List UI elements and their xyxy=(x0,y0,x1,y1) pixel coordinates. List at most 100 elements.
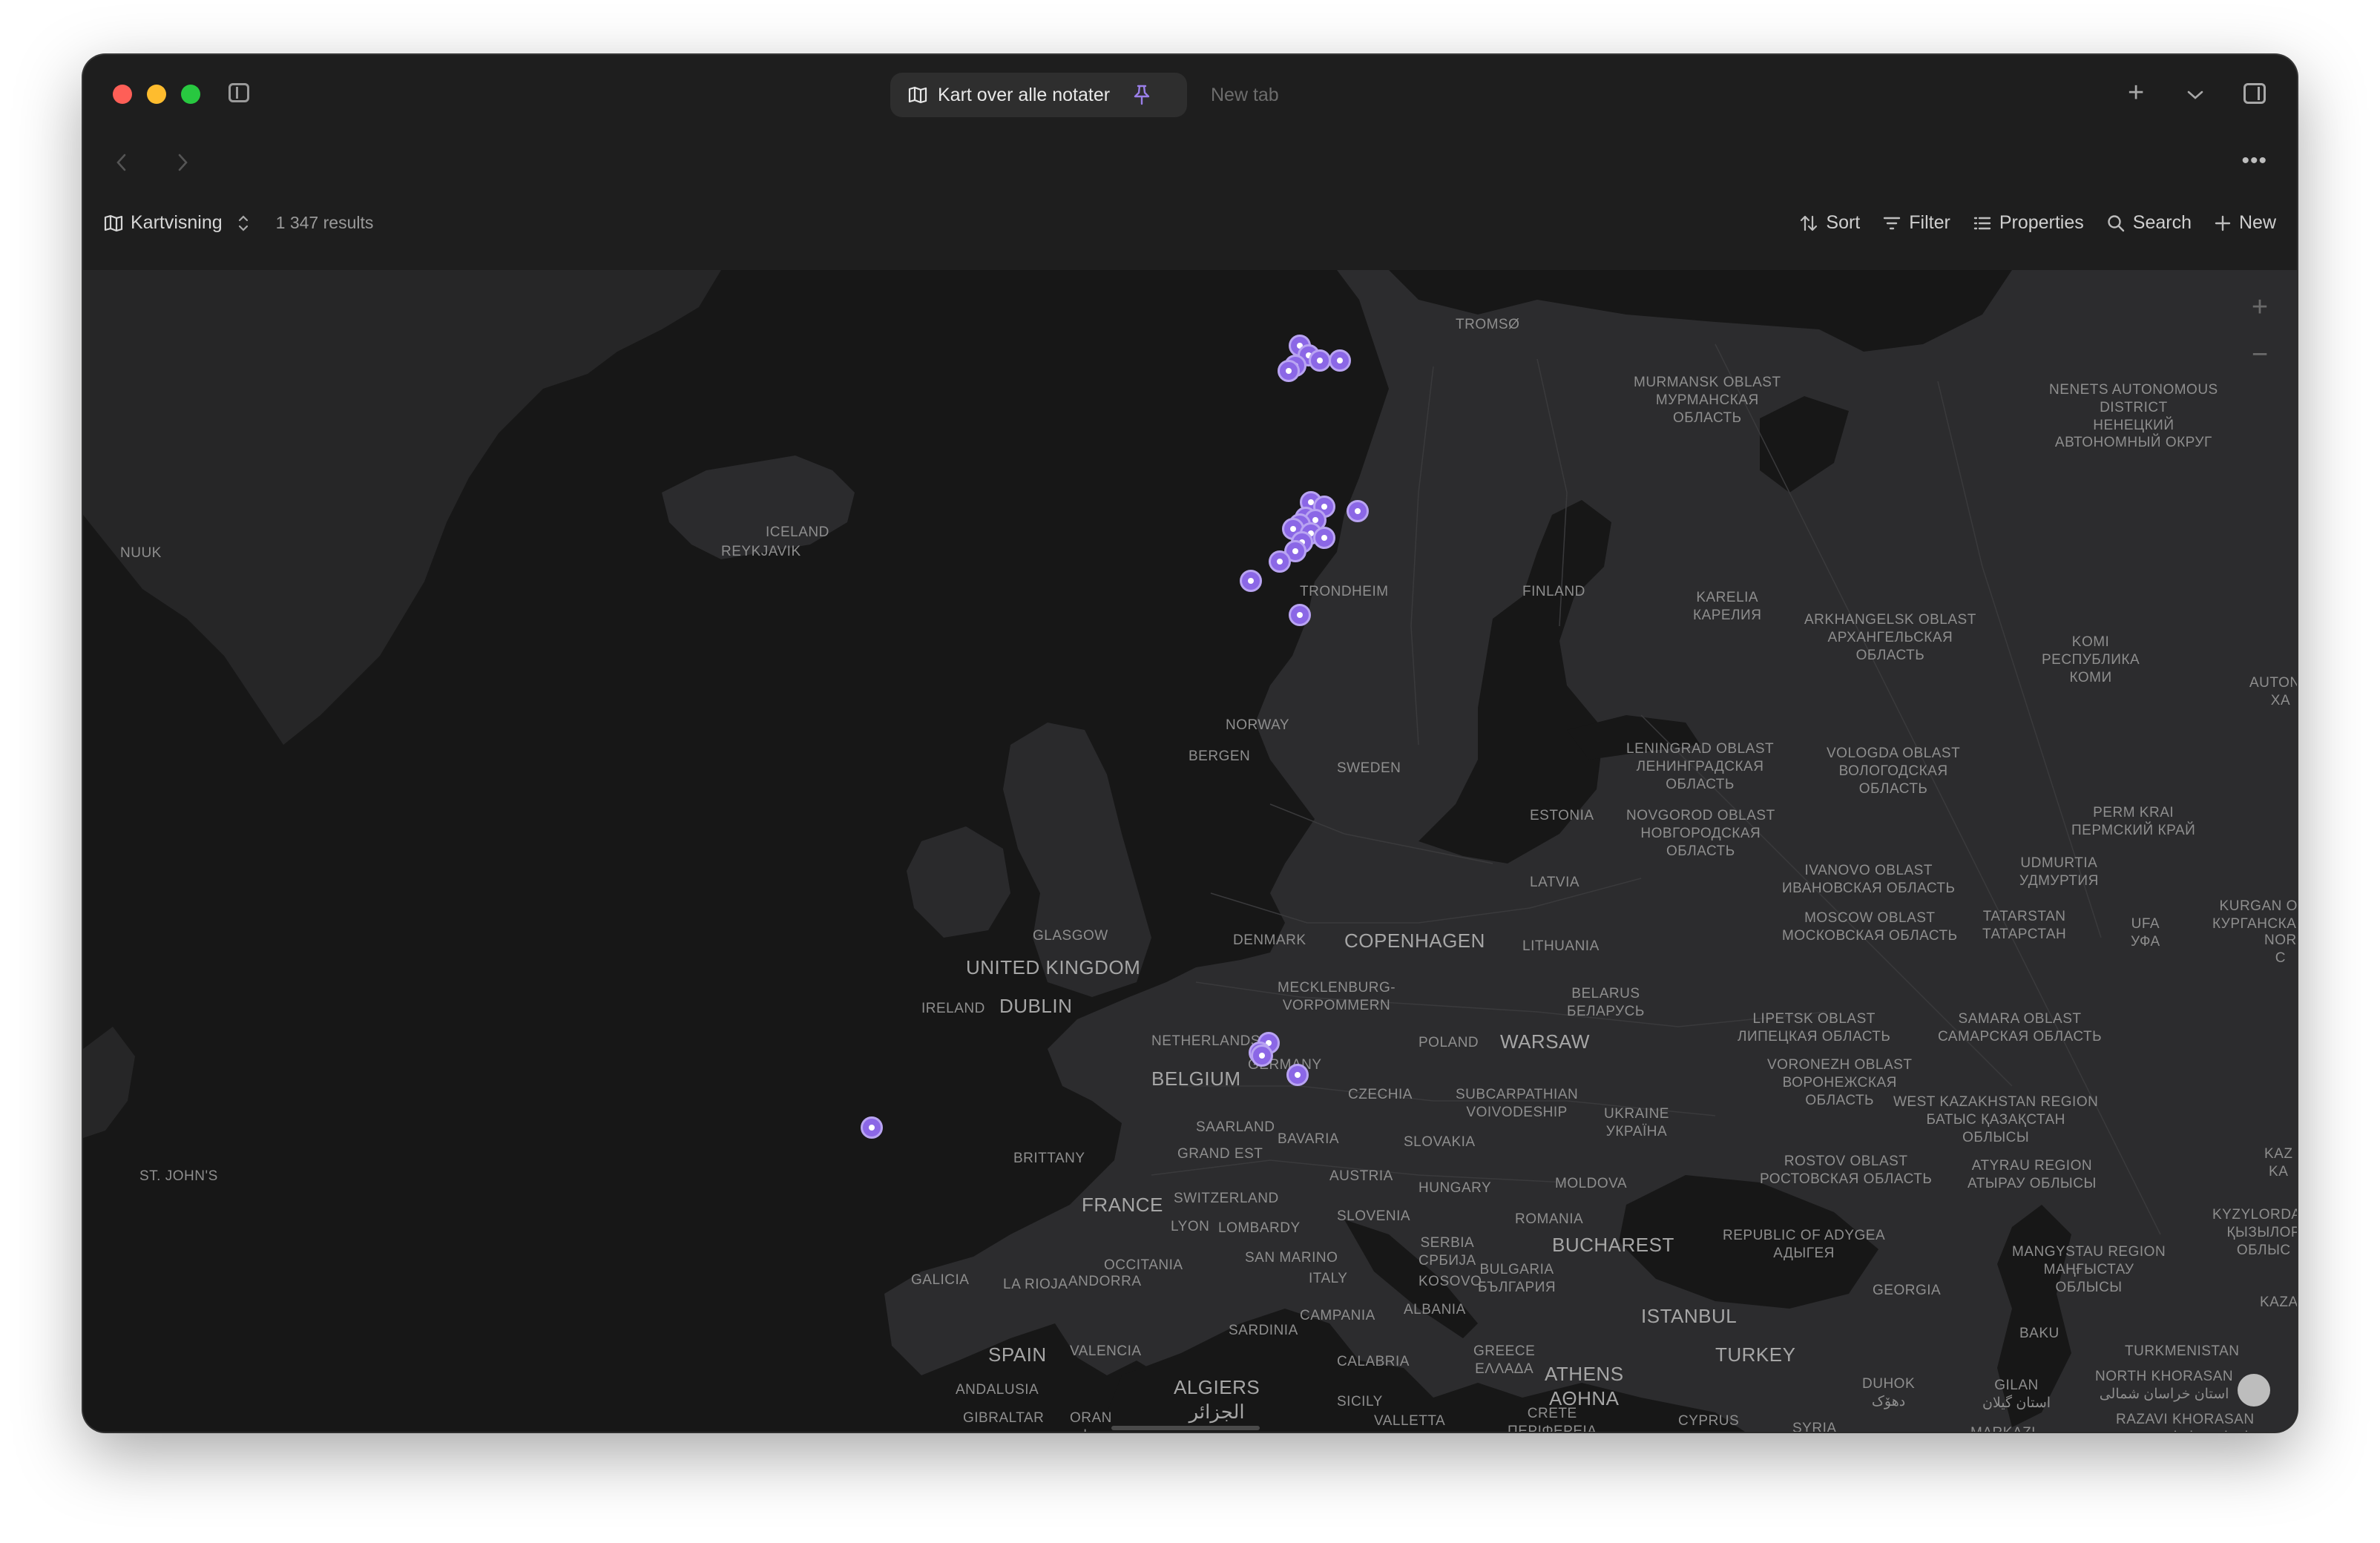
map-label-mangystau: MANGYSTAU REGION МАҢҒЫСТАУ ОБЛЫСЫ xyxy=(2012,1244,2166,1295)
close-window-button[interactable] xyxy=(113,85,132,104)
map-label-occitania: OCCITANIA xyxy=(1104,1257,1183,1273)
filter-button[interactable]: Filter xyxy=(1882,212,1950,234)
map-marker[interactable] xyxy=(1239,570,1262,593)
map-label-georgia: GEORGIA xyxy=(1873,1283,1942,1298)
map-label-lombardy: LOMBARDY xyxy=(1218,1220,1301,1236)
map-label-denmark: DENMARK xyxy=(1233,932,1306,948)
back-arrow-icon[interactable] xyxy=(114,151,129,174)
map-label-udmurtia: UDMURTIA УДМУРТИЯ xyxy=(2019,855,2099,889)
horizontal-scrollbar[interactable] xyxy=(1111,1426,1260,1430)
status-indicator[interactable] xyxy=(2238,1374,2270,1407)
map-label-norway: NORWAY xyxy=(1226,717,1290,733)
view-actions: Sort Filter Properties Search New xyxy=(1799,212,2276,234)
map-basemap xyxy=(83,270,2297,1432)
map-label-copenhagen: COPENHAGEN xyxy=(1344,930,1485,952)
more-options-icon[interactable]: ••• xyxy=(2241,148,2267,174)
map-label-greece: GREECE ΕΛΛΑΔΑ xyxy=(1473,1343,1536,1377)
map-label-rostov: ROSTOV OBLAST РОСТОВСКАЯ ОБЛАСТЬ xyxy=(1760,1154,1933,1187)
map-marker[interactable] xyxy=(1329,349,1352,372)
map-label-valletta: VALLETTA xyxy=(1374,1413,1446,1429)
map-label-grand-est: GRAND EST xyxy=(1177,1146,1263,1162)
new-tab-plus-icon[interactable]: + xyxy=(2128,79,2144,107)
map-label-ivanovo: IVANOVO OBLAST ИВАНОВСКАЯ ОБЛАСТЬ xyxy=(1782,863,1956,896)
map-label-dublin: DUBLIN xyxy=(999,995,1073,1017)
map-marker[interactable] xyxy=(1313,526,1335,549)
map-label-austria: AUSTRIA xyxy=(1329,1168,1393,1184)
map-label-galicia: GALICIA xyxy=(911,1272,970,1288)
results-count: 1 347 results xyxy=(275,213,374,232)
chevron-down-icon[interactable] xyxy=(2186,88,2205,102)
map-marker[interactable] xyxy=(1309,349,1331,372)
map-label-andorra: ANDORRA xyxy=(1068,1274,1142,1289)
map-label-switzerland: SWITZERLAND xyxy=(1174,1191,1279,1206)
map-icon xyxy=(908,86,927,104)
map-label-finland: FINLAND xyxy=(1522,584,1585,599)
tab-title: Kart over alle notater xyxy=(938,84,1111,105)
map-marker[interactable] xyxy=(1347,500,1370,523)
map-label-reykjavik: REYKJAVIK xyxy=(721,544,801,559)
map-label-tatarstan: TATARSTAN ТАТАРСТАН xyxy=(1982,909,2067,942)
tab-new[interactable]: New tab xyxy=(1211,85,1279,106)
map-label-valencia: VALENCIA xyxy=(1070,1343,1142,1359)
forward-arrow-icon[interactable] xyxy=(175,151,190,174)
right-sidebar-toggle-icon[interactable] xyxy=(2243,83,2266,104)
map-label-arkhangelsk: ARKHANGELSK OBLAST АРХАНГЕЛЬСКАЯ ОБЛАСТЬ xyxy=(1804,612,1976,663)
map-label-bavaria: BAVARIA xyxy=(1278,1131,1340,1147)
app-window: Kart over alle notater New tab + ••• Kar… xyxy=(83,55,2297,1432)
map-marker[interactable] xyxy=(1278,359,1300,382)
filter-icon xyxy=(1884,217,1901,229)
pin-icon[interactable] xyxy=(1132,84,1151,106)
map-label-athens: ATHENS ΑΘΗΝΑ xyxy=(1545,1363,1624,1409)
map-label-duhok: DUHOK دهۆک xyxy=(1862,1376,1916,1409)
map-label-slovenia: SLOVENIA xyxy=(1337,1208,1411,1224)
map-label-warsaw: WARSAW xyxy=(1500,1030,1590,1053)
search-button[interactable]: Search xyxy=(2106,212,2192,234)
map-label-north-khorasan: NORTH KHORASAN استان خراسان شمالی xyxy=(2095,1369,2234,1402)
list-icon xyxy=(1973,217,1991,229)
map-canvas[interactable]: + − TROMSØ MURMANSK OBLAST МУРМАНСКАЯ ОБЛАС… xyxy=(83,270,2297,1432)
properties-button[interactable]: Properties xyxy=(1973,212,2084,234)
map-label-andalusia: ANDALUSIA xyxy=(956,1382,1039,1398)
map-label-atyrau: ATYRAU REGION АТЫРАУ ОБЛЫСЫ xyxy=(1968,1158,2097,1191)
map-label-bulgaria: BULGARIA БЪЛГАРИЯ xyxy=(1478,1262,1556,1295)
sort-button[interactable]: Sort xyxy=(1799,212,1860,234)
sidebar-toggle-icon[interactable] xyxy=(229,83,249,102)
map-label-czechia: CZECHIA xyxy=(1348,1087,1413,1102)
view-switcher[interactable]: Kartvisning 1 347 results xyxy=(104,212,373,234)
map-label-adygea: REPUBLIC OF ADYGEA АДЫГЕЯ xyxy=(1723,1228,1886,1261)
map-label-belarus: BELARUS БЕЛАРУСЬ xyxy=(1567,986,1645,1019)
map-label-subcarpathian: SUBCARPATHIAN VOIVODESHIP xyxy=(1456,1087,1579,1120)
map-marker[interactable] xyxy=(1286,1064,1309,1086)
map-label-ukraine: UKRAINE УКРАЇНА xyxy=(1604,1106,1669,1139)
map-label-ufa: UFA УФА xyxy=(2131,916,2160,950)
map-marker[interactable] xyxy=(1289,603,1311,626)
map-label-komi: KOMI РЕСПУБЛИКА КОМИ xyxy=(2042,634,2140,685)
map-label-novgorod: NOVGOROD OBLAST НОВГОРОДСКАЯ ОБЛАСТЬ xyxy=(1626,808,1775,859)
map-label-sardinia: SARDINIA xyxy=(1229,1323,1298,1338)
map-label-kyzylorda: KYZYLORDA RҚЫЗЫЛОРОБЛЫС xyxy=(2212,1207,2297,1258)
map-label-mecklenburg: MECKLENBURG- VORPOMMERN xyxy=(1278,980,1396,1013)
new-button[interactable]: New xyxy=(2214,212,2276,234)
map-label-belgium: BELGIUM xyxy=(1151,1067,1241,1090)
zoom-in-button[interactable]: + xyxy=(2238,283,2282,331)
map-label-la-rioja: LA RIOJA xyxy=(1003,1277,1068,1292)
map-label-turkmenistan: TURKMENISTAN xyxy=(2125,1343,2240,1359)
map-label-vologda: VOLOGDA OBLAST ВОЛОГОДСКАЯ ОБЛАСТЬ xyxy=(1827,746,1961,797)
tab-active[interactable]: Kart over alle notater xyxy=(890,73,1187,117)
map-label-kazakhstan: KAZAKHST xyxy=(2260,1294,2297,1310)
zoom-out-button[interactable]: − xyxy=(2238,331,2282,378)
map-label-nor: NOR C xyxy=(2264,932,2297,966)
map-label-cyprus: CYPRUS xyxy=(1678,1413,1740,1429)
map-label-italy: ITALY xyxy=(1309,1271,1348,1286)
chevron-updown-icon[interactable] xyxy=(236,214,251,233)
map-label-slovakia: SLOVAKIA xyxy=(1404,1134,1476,1150)
map-label-razavi: RAZAVI KHORASANاستان خراسان رضوی xyxy=(2116,1412,2255,1432)
map-label-romania: ROMANIA xyxy=(1515,1211,1584,1227)
map-label-kaz: KAZ KA xyxy=(2264,1146,2293,1180)
minimize-window-button[interactable] xyxy=(147,85,166,104)
navigation-bar: ••• xyxy=(83,132,2297,191)
map-label-poland: POLAND xyxy=(1419,1035,1479,1050)
map-marker[interactable] xyxy=(1269,550,1291,573)
zoom-window-button[interactable] xyxy=(181,85,200,104)
map-label-markazi: MARKAZI xyxy=(1970,1424,2036,1432)
